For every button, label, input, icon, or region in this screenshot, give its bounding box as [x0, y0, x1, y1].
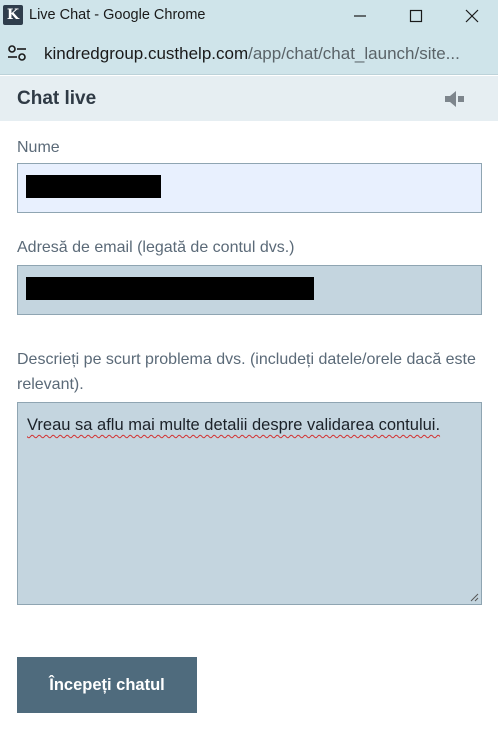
url-text[interactable]: kindredgroup.custhelp.com/app/chat/chat_… — [44, 44, 484, 64]
maximize-icon — [409, 9, 423, 23]
redacted-email — [26, 277, 314, 300]
speaker-icon[interactable] — [444, 89, 466, 109]
chat-header: Chat live — [0, 76, 498, 121]
address-bar[interactable]: kindredgroup.custhelp.com/app/chat/chat_… — [0, 32, 498, 75]
description-text: Vreau sa aflu mai multe detalii despre v… — [27, 416, 441, 434]
app-logo-icon: K — [3, 5, 23, 25]
url-host: kindredgroup.custhelp.com — [44, 44, 249, 63]
url-path: /app/chat/chat_launch/site... — [248, 44, 460, 63]
window-title: Live Chat - Google Chrome — [29, 7, 206, 23]
email-label: Adresă de email (legată de contul dvs.) — [17, 239, 295, 256]
description-label: Descrieți pe scurt problema dvs. (includ… — [17, 351, 476, 393]
email-field[interactable] — [17, 265, 482, 315]
page-title: Chat live — [17, 88, 97, 109]
name-label: Nume — [17, 139, 60, 156]
resize-grip-icon[interactable] — [469, 592, 479, 602]
maximize-button[interactable] — [388, 0, 444, 32]
minimize-button[interactable] — [332, 0, 388, 32]
minimize-icon — [354, 15, 366, 17]
description-textarea[interactable]: Vreau sa aflu mai multe detalii despre v… — [17, 402, 482, 605]
close-button[interactable] — [444, 0, 498, 32]
name-field[interactable] — [17, 163, 482, 213]
start-chat-button[interactable]: Începeți chatul — [17, 657, 197, 713]
redacted-name — [26, 175, 161, 198]
tune-icon[interactable] — [6, 42, 28, 64]
close-icon — [465, 9, 479, 23]
window-titlebar: K Live Chat - Google Chrome — [0, 0, 498, 32]
